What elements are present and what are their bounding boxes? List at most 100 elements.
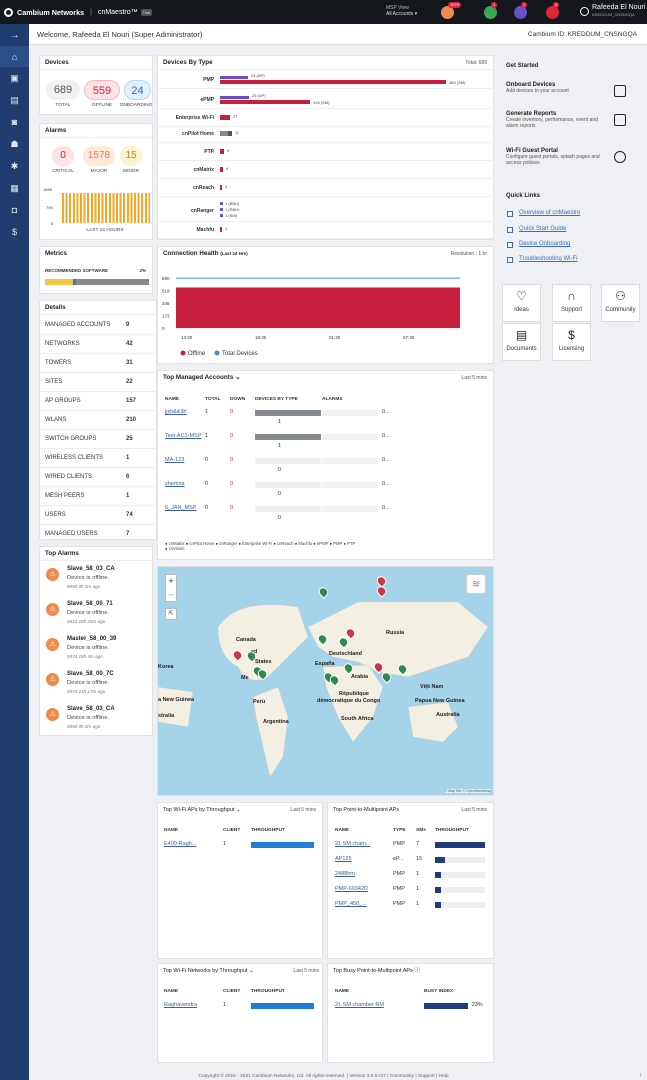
fullscreen-icon[interactable]: ⇱ <box>165 608 177 620</box>
device-type-row[interactable]: cnReach 2 <box>158 180 495 197</box>
task-icon[interactable]: 1 <box>514 2 528 19</box>
alarms-critical[interactable]: 0 <box>52 146 74 166</box>
column-header[interactable]: ALARMS <box>322 397 343 402</box>
column-header[interactable]: BUSY INDEX <box>424 989 453 994</box>
quick-link-device-onboarding[interactable]: Device Onboarding <box>519 241 570 247</box>
details-row[interactable]: MESH PEERS 1 <box>40 487 158 506</box>
documents-tile[interactable]: ▤ Documents <box>502 323 541 361</box>
row-name-link[interactable]: E400-Ragh... <box>164 841 196 847</box>
column-header[interactable]: TYPE <box>393 828 406 833</box>
details-row[interactable]: AP GROUPS 157 <box>40 392 158 411</box>
account-name-link[interactable]: shemna <box>165 481 185 487</box>
device-type-row[interactable]: cnMatrix 4 <box>158 162 495 179</box>
alarm-item[interactable]: ⚠ Slave_58_00_7C Device is offline. 597d 21… <box>46 671 156 704</box>
details-row[interactable]: SITES 22 <box>40 373 158 392</box>
home-icon[interactable]: ⌂ <box>0 46 29 67</box>
column-header[interactable]: DEVICES BY TYPE <box>255 397 298 402</box>
device-type-row[interactable]: cnPilot Home 11 <box>158 126 495 143</box>
column-header[interactable]: DOWN <box>230 397 245 402</box>
details-row[interactable]: SWITCH GROUPS 25 <box>40 430 158 449</box>
quick-link-troubleshooting[interactable]: Troubleshooting Wi-Fi <box>519 256 577 262</box>
column-header[interactable]: THROUGHPUT <box>251 828 285 833</box>
column-header[interactable]: NAME <box>335 989 349 994</box>
account-name-link[interactable]: 6_JAN_MSP <box>165 505 197 511</box>
account-name-link[interactable]: Test-AC1-MSP <box>165 433 201 439</box>
layers-icon[interactable]: ≋ <box>466 574 486 594</box>
column-header[interactable]: TOTAL <box>205 397 221 402</box>
wifi-guest-portal-card[interactable]: Wi-Fi Guest Portal Configure guest portal… <box>506 148 636 176</box>
alarm-icon[interactable]: 1578 <box>441 2 461 19</box>
details-row[interactable]: MANAGED ACCOUNTS 9 <box>40 316 158 335</box>
row-name-link[interactable]: 2488hm <box>335 871 355 877</box>
alarm-item[interactable]: ⚠ Slave_58_03_CA Device is offline. 689d 0h… <box>46 706 156 739</box>
expand-sidebar-icon[interactable]: → <box>0 24 29 46</box>
monitor-icon[interactable]: ▣ <box>0 67 29 89</box>
column-header[interactable]: NAME <box>164 828 178 833</box>
row-name-link[interactable]: PMP_450_... <box>335 901 367 907</box>
alarm-item[interactable]: ⚠ Master_58_00_39 Device is offline. 597d 1… <box>46 636 156 669</box>
apps-icon[interactable]: ▦ <box>0 177 29 199</box>
quick-link-quick-start[interactable]: Quick Start Guide <box>519 226 566 232</box>
alarm-device-name[interactable]: Slave_58_00_7C <box>67 671 114 677</box>
details-row[interactable]: NETWORKS 42 <box>40 335 158 354</box>
licensing-icon[interactable]: $ <box>0 221 29 243</box>
row-name-link[interactable]: PMP-60342D <box>335 886 368 892</box>
device-type-row[interactable]: Enterprise Wi-Fi 27 <box>158 110 495 127</box>
alarm-device-name[interactable]: Slave_58_03_CA <box>67 566 115 572</box>
alarm-device-name[interactable]: Slave_58_00_71 <box>67 601 113 607</box>
column-header[interactable]: NAME <box>335 828 349 833</box>
column-header[interactable]: CLIENT <box>223 828 240 833</box>
details-row[interactable]: TOWERS 31 <box>40 354 158 373</box>
wifi-guest-icon[interactable]: ☗ <box>0 133 29 155</box>
alarm-item[interactable]: ⚠ Slave_58_00_71 Device is offline. 691d 18… <box>46 601 156 634</box>
licensing-tile[interactable]: $ Licensing <box>552 323 591 361</box>
account-name-link[interactable]: jjsh&&$# <box>165 409 187 415</box>
msp-view-selector[interactable]: MSP View All Accounts ▾ <box>386 5 417 17</box>
scroll-top-icon[interactable]: ↑ <box>639 1073 642 1079</box>
configuration-icon[interactable]: ◙ <box>0 111 29 133</box>
column-header[interactable]: CLIENT <box>223 989 240 994</box>
ideas-tile[interactable]: ♡ Ideas <box>502 284 541 322</box>
alarm-device-name[interactable]: Slave_58_03_CA <box>67 706 115 712</box>
column-header[interactable]: SMs <box>416 828 426 833</box>
zoom-in-button[interactable]: + <box>166 575 176 588</box>
account-name-link[interactable]: MA-123 <box>165 457 184 463</box>
legend-total-devices[interactable]: Total Devices <box>222 351 258 357</box>
row-name-link[interactable]: AP125 <box>335 856 352 862</box>
legend-offline[interactable]: Offline <box>188 351 206 357</box>
generate-reports-card[interactable]: Generate Reports Create inventory, perfor… <box>506 111 636 139</box>
cambium-logo[interactable]: Cambium Networks <box>4 7 84 17</box>
row-name-link[interactable]: Raghavendra <box>164 1002 197 1008</box>
row-name-link[interactable]: 21 SM cham... <box>335 841 370 847</box>
user-menu[interactable]: Rafeeda El Nouri KREDDUM_CNSNGQA <box>592 4 645 18</box>
details-row[interactable]: WIRED CLIENTS 6 <box>40 468 158 487</box>
community-tile[interactable]: ⚇ Community <box>601 284 640 322</box>
quick-link-overview[interactable]: Overview of cnMaestro <box>519 210 580 216</box>
user-icon[interactable] <box>580 7 589 16</box>
column-header[interactable]: THROUGHPUT <box>435 828 469 833</box>
device-type-row[interactable]: ePMP 25 (AP) 194 (SM) <box>158 92 495 109</box>
alarm-item[interactable]: ⚠ Slave_58_03_CA Device is offline. 689d 0h… <box>46 566 156 599</box>
onboard-devices-card[interactable]: Onboard Devices Add devices to your accou… <box>506 82 636 106</box>
support-tile[interactable]: ∩ Support <box>552 284 591 322</box>
row-name-link[interactable]: 21 SM chamber RM <box>335 1002 384 1008</box>
device-type-row[interactable]: cnRanger 1 (BBU) 1 (RBH) 1 (SM) <box>158 200 495 222</box>
notification-icon[interactable]: 0 <box>546 2 560 19</box>
device-type-row[interactable]: PTP 9 <box>158 144 495 161</box>
device-type-row[interactable]: PMP 24 (AP) 389 (SM) <box>158 72 495 89</box>
details-row[interactable]: WLANS 210 <box>40 411 158 430</box>
column-header[interactable]: NAME <box>165 397 179 402</box>
device-map[interactable]: + – ⇱ ≋ Canada Russia Deutschland España … <box>157 566 494 796</box>
reports-icon[interactable]: ◘ <box>0 199 29 221</box>
details-row[interactable]: USERS 74 <box>40 506 158 525</box>
details-row[interactable]: WIRELESS CLIENTS 1 <box>40 449 158 468</box>
settings-icon[interactable]: ✱ <box>0 155 29 177</box>
zoom-out-button[interactable]: – <box>166 588 176 601</box>
alarm-device-name[interactable]: Master_58_00_39 <box>67 636 116 642</box>
column-header[interactable]: NAME <box>164 989 178 994</box>
alarms-major[interactable]: 1578 <box>83 146 115 166</box>
devices-total[interactable]: 689 <box>46 80 80 100</box>
sync-icon[interactable]: 1 <box>484 2 498 19</box>
details-row[interactable]: MANAGED USERS 7 <box>40 525 158 544</box>
device-type-row[interactable]: Machfu 1 <box>158 222 495 239</box>
